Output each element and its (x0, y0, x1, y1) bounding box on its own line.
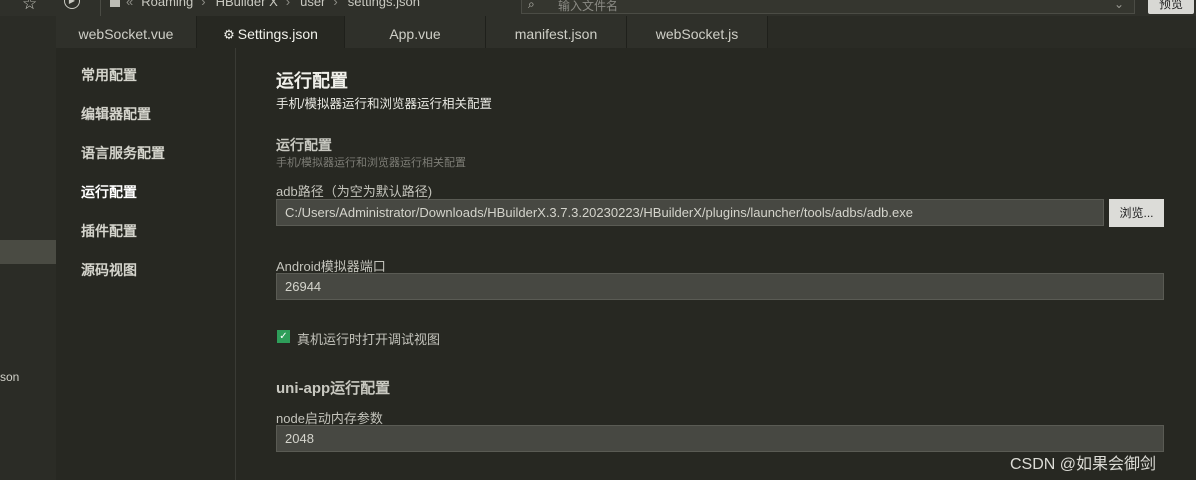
breadcrumb-item[interactable]: settings.json (348, 0, 420, 9)
tab-label: manifest.json (514, 26, 598, 42)
nav-item-editor[interactable]: 编辑器配置 (81, 104, 151, 124)
settings-nav: 常用配置 编辑器配置 语言服务配置 运行配置 插件配置 源码视图 (56, 48, 236, 480)
folder-icon (110, 0, 120, 7)
chevron-right-icon: › (201, 0, 206, 9)
uniapp-section-title: uni-app运行配置 (276, 380, 391, 397)
project-panel: son (0, 16, 56, 480)
page-title: 运行配置 (276, 71, 348, 91)
star-icon[interactable]: ☆ (22, 0, 37, 14)
tab-websocket-js[interactable]: webSocket.js (627, 16, 768, 48)
nav-item-run[interactable]: 运行配置 (81, 182, 137, 202)
page-subtitle: 手机/模拟器运行和浏览器运行相关配置 (276, 97, 492, 111)
chevron-right-icon: › (333, 0, 338, 9)
filter-icon[interactable]: ⌄ (1114, 0, 1124, 11)
tab-label: webSocket.js (655, 26, 739, 42)
browse-button[interactable]: 浏览... (1109, 199, 1164, 227)
nav-item-general[interactable]: 常用配置 (81, 65, 137, 85)
tab-settings-json[interactable]: ⚙ Settings.json (197, 16, 345, 48)
project-selected-item[interactable] (0, 240, 56, 264)
preview-button[interactable]: 预览 (1148, 0, 1194, 14)
search-placeholder: 输入文件名 (558, 0, 619, 13)
top-toolbar: ☆ ▶ « Roaming › HBuilder X › user › sett… (0, 0, 1196, 16)
tab-websocket-vue[interactable]: webSocket.vue (56, 16, 197, 48)
watermark: CSDN @如果会御剑 (1010, 456, 1157, 473)
breadcrumb-item[interactable]: HBuilder X (216, 0, 278, 9)
tab-manifest-json[interactable]: manifest.json (486, 16, 627, 48)
breadcrumb: « Roaming › HBuilder X › user › settings… (110, 0, 428, 9)
chevron-double-left-icon[interactable]: « (126, 0, 133, 9)
chevron-right-icon: › (285, 0, 291, 9)
section-subtitle: 手机/模拟器运行和浏览器运行相关配置 (276, 157, 467, 169)
tab-label: App.vue (389, 26, 441, 42)
tab-app-vue[interactable]: App.vue (345, 16, 486, 48)
node-memory-input[interactable]: 2048 (276, 425, 1164, 452)
search-icon: ⌕ (528, 0, 535, 11)
project-item[interactable]: son (0, 370, 19, 384)
debug-view-label: 真机运行时打开调试视图 (297, 332, 441, 347)
adb-path-label: adb路径（为空为默认路径) (276, 184, 433, 199)
gear-icon: ⚙ (223, 27, 235, 42)
play-circle-icon[interactable]: ▶ (64, 0, 80, 9)
toolbar-divider (100, 0, 101, 16)
tab-label: webSocket.vue (78, 26, 174, 42)
emulator-port-input[interactable]: 26944 (276, 273, 1164, 300)
breadcrumb-item[interactable]: Roaming (141, 0, 193, 9)
nav-item-source-view[interactable]: 源码视图 (81, 260, 137, 280)
file-search-input[interactable]: ⌕ 输入文件名 ⌄ (521, 0, 1135, 14)
section-title: 运行配置 (276, 137, 332, 153)
breadcrumb-item[interactable]: user (300, 0, 325, 9)
tab-label: Settings.json (237, 26, 318, 42)
debug-view-checkbox[interactable]: ✓ (277, 330, 290, 343)
nav-item-plugins[interactable]: 插件配置 (81, 221, 137, 241)
settings-content: 运行配置 手机/模拟器运行和浏览器运行相关配置 运行配置 手机/模拟器运行和浏览… (236, 48, 1196, 480)
editor-tab-bar: webSocket.vue ⚙ Settings.json App.vue man… (56, 16, 1196, 48)
nav-item-language-service[interactable]: 语言服务配置 (81, 143, 165, 163)
adb-path-input[interactable]: C:/Users/Administrator/Downloads/HBuilde… (276, 199, 1104, 226)
